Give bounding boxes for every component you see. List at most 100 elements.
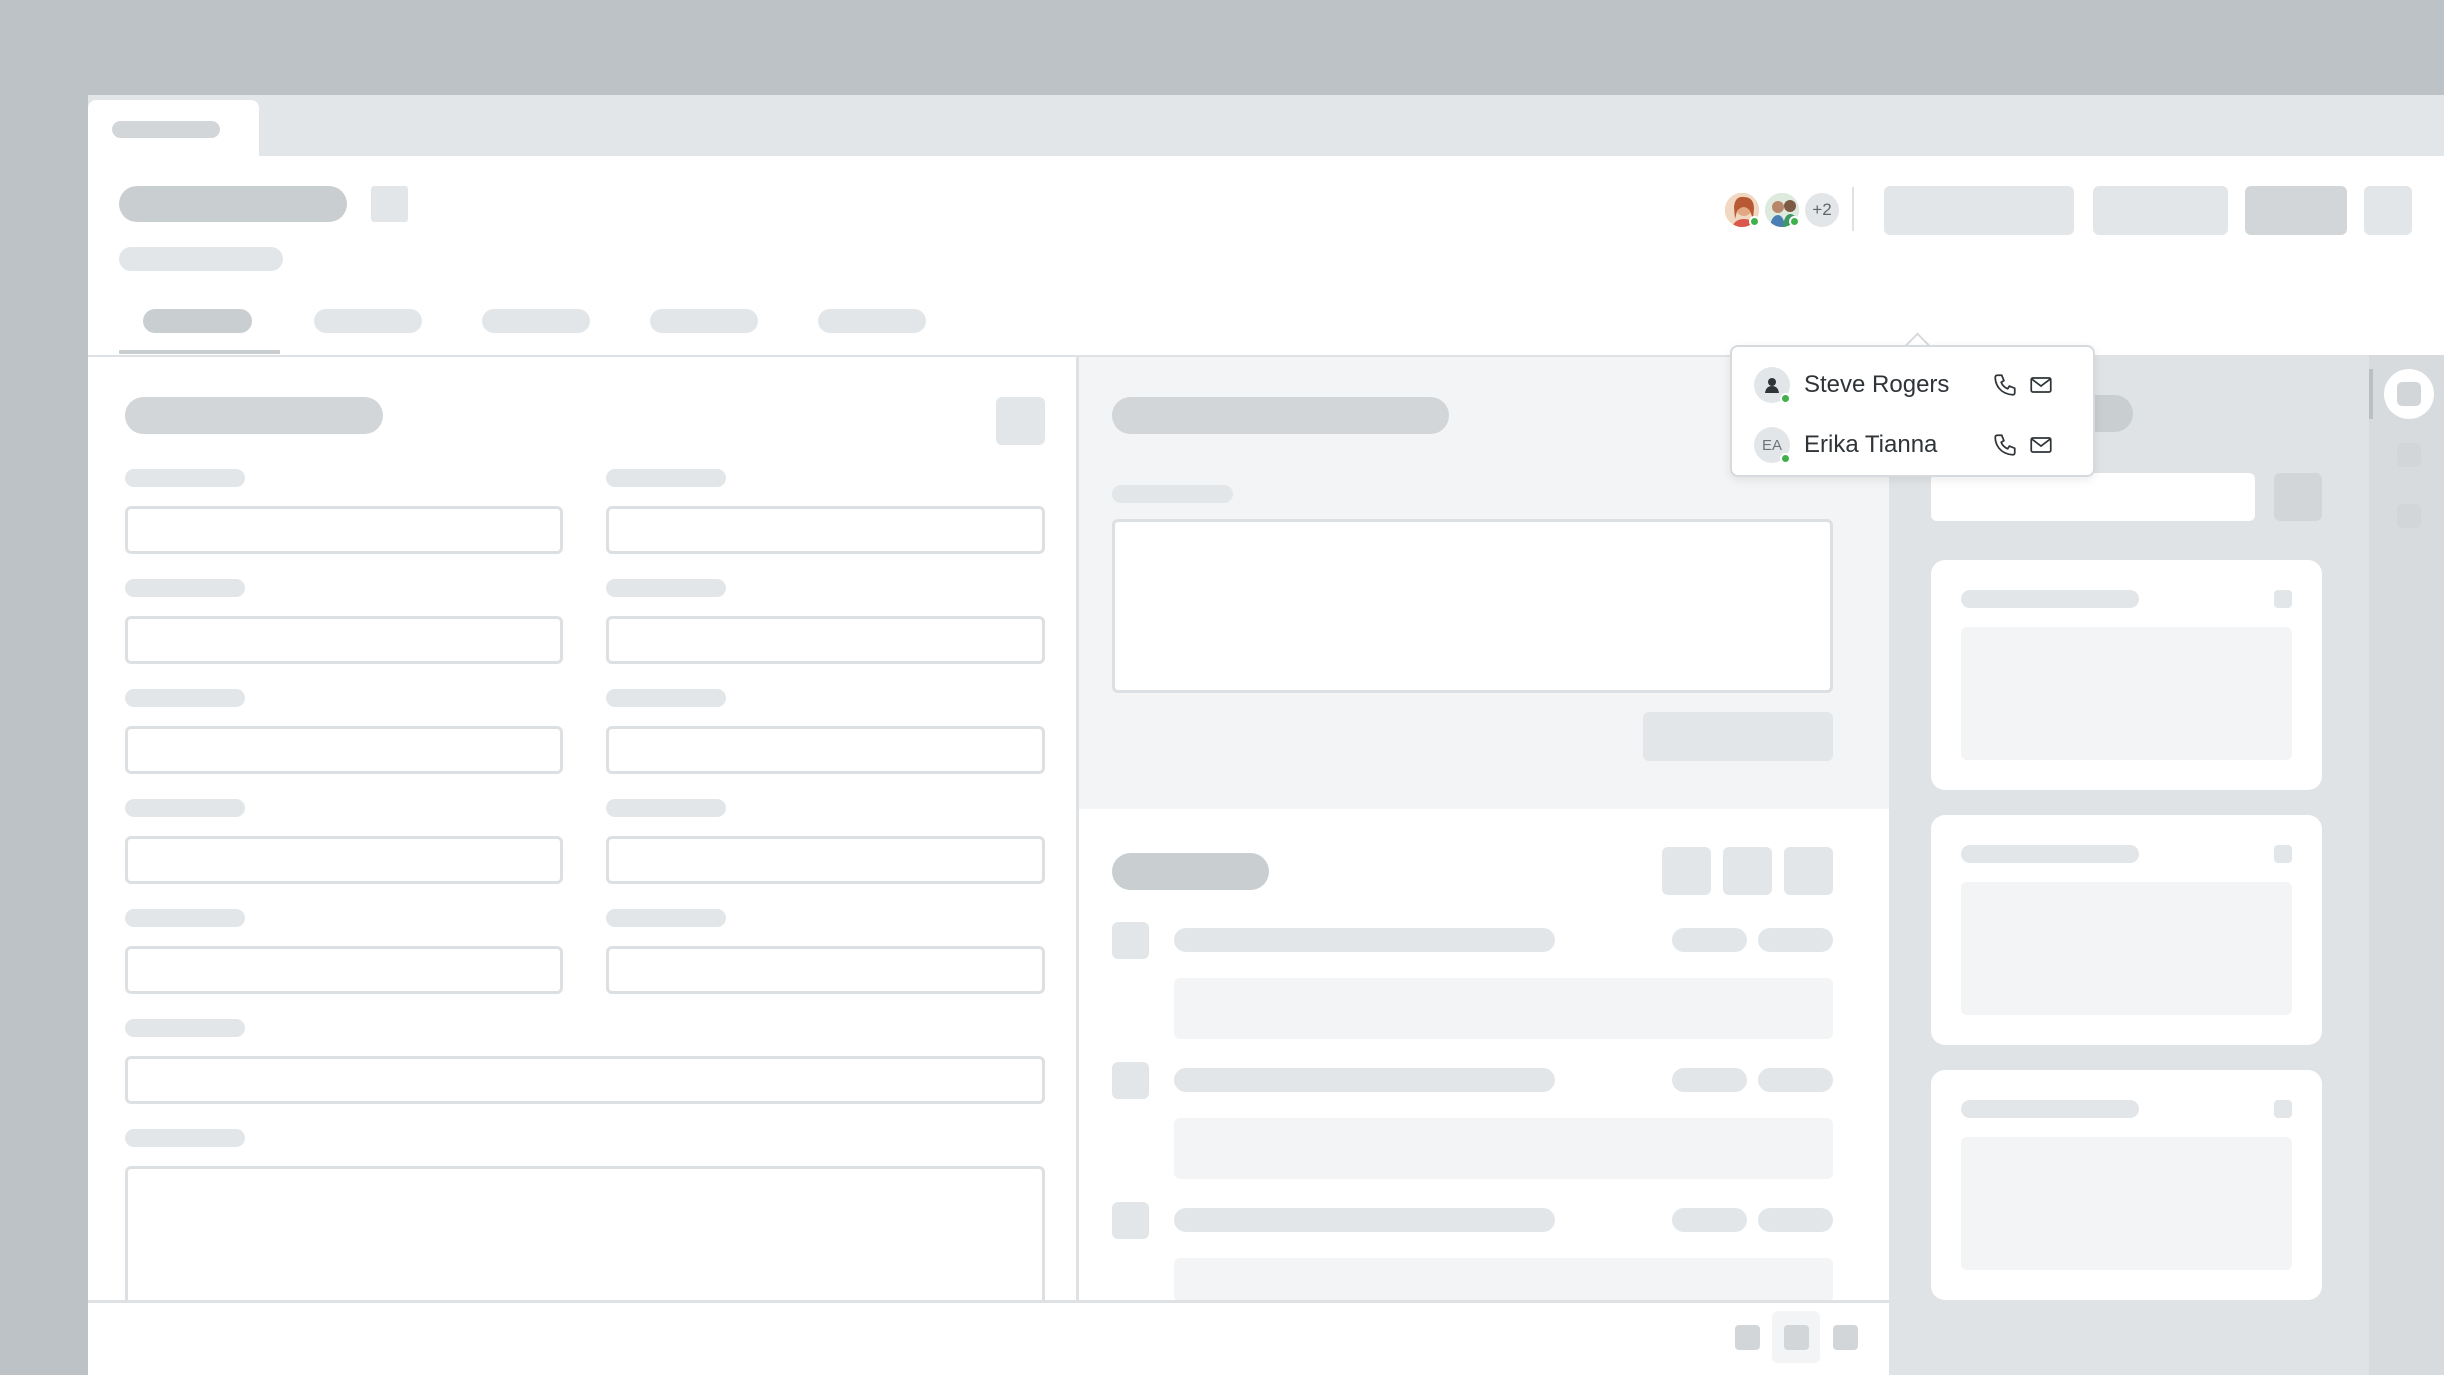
tab-2[interactable]	[314, 309, 422, 333]
text-field[interactable]	[125, 616, 563, 664]
timeline-item-title-placeholder	[1174, 928, 1555, 952]
form-panel	[88, 355, 1079, 1326]
text-field[interactable]	[606, 506, 1045, 554]
card-menu-icon[interactable]	[2274, 590, 2292, 608]
card-title-placeholder	[1961, 1100, 2139, 1118]
field-label-placeholder	[125, 1019, 245, 1037]
field-label-placeholder	[606, 909, 726, 927]
header-more-button[interactable]	[2364, 186, 2412, 235]
timeline-item-meta-placeholder	[1758, 1068, 1833, 1092]
timeline-item-title-placeholder	[1174, 1068, 1555, 1092]
sidebar-search-input[interactable]	[1931, 473, 2255, 521]
timeline-filter-button-1[interactable]	[1662, 847, 1711, 895]
composer-submit-button[interactable]	[1643, 712, 1833, 761]
sidebar-card[interactable]	[1931, 1070, 2322, 1300]
footer-icon	[1784, 1325, 1809, 1350]
header-primary-button[interactable]	[2245, 186, 2347, 235]
timeline-item-body[interactable]	[1174, 1258, 1833, 1302]
email-icon[interactable]	[2028, 432, 2054, 458]
online-status-dot	[1780, 393, 1791, 404]
timeline-item-meta-placeholder	[1758, 928, 1833, 952]
card-menu-icon[interactable]	[2274, 845, 2292, 863]
field-label-placeholder	[125, 909, 245, 927]
tab-title-placeholder	[112, 121, 220, 138]
field-label-placeholder	[125, 1129, 245, 1147]
timeline-filter-button-3[interactable]	[1784, 847, 1833, 895]
footer-bar	[88, 1300, 1889, 1375]
email-icon[interactable]	[2028, 372, 2054, 398]
contacts-popover: Steve Rogers EA Erika Tianna	[1730, 345, 2095, 477]
card-body	[1961, 1137, 2292, 1270]
timeline-item-title-placeholder	[1174, 1208, 1555, 1232]
online-status-dot	[1780, 453, 1791, 464]
text-field[interactable]	[606, 836, 1045, 884]
timeline-item-meta-placeholder	[1672, 1068, 1747, 1092]
sidebar-panel	[1889, 355, 2369, 1375]
timeline-item-meta-placeholder	[1758, 1208, 1833, 1232]
rail-button[interactable]	[2397, 504, 2421, 528]
sidebar-search-button[interactable]	[2274, 473, 2322, 521]
field-label-placeholder	[606, 579, 726, 597]
text-field[interactable]	[606, 726, 1045, 774]
browser-tab-strip	[88, 95, 2444, 156]
text-field[interactable]	[606, 946, 1045, 994]
phone-icon[interactable]	[1992, 372, 2018, 398]
rail-active-indicator	[2369, 369, 2373, 419]
footer-icon-button[interactable]	[1833, 1325, 1858, 1350]
contact-row[interactable]: Steve Rogers	[1732, 355, 2097, 415]
contact-row[interactable]: EA Erika Tianna	[1732, 415, 2097, 475]
more-collaborators-badge[interactable]: +2	[1803, 191, 1841, 229]
header-action-button-2[interactable]	[2093, 186, 2228, 235]
rail-icon	[2397, 382, 2421, 406]
timeline-title-placeholder	[1112, 853, 1269, 890]
sidebar-card[interactable]	[1931, 560, 2322, 790]
timeline-filter-button-2[interactable]	[1723, 847, 1772, 895]
tab-1[interactable]	[143, 309, 252, 333]
form-title-placeholder	[125, 397, 383, 434]
text-field[interactable]	[125, 726, 563, 774]
form-panel-action[interactable]	[996, 397, 1045, 445]
person-icon	[1765, 378, 1779, 393]
phone-icon[interactable]	[1992, 432, 2018, 458]
text-field[interactable]	[125, 506, 563, 554]
online-status-dot	[1789, 216, 1800, 227]
tab-5[interactable]	[818, 309, 926, 333]
timeline-item-icon	[1112, 1062, 1149, 1099]
footer-icon-button[interactable]	[1735, 1325, 1760, 1350]
composer-textarea[interactable]	[1112, 519, 1833, 693]
timeline-item-body[interactable]	[1174, 978, 1833, 1039]
app-window: +2 Steve Rogers EA Erika Tianna	[88, 95, 2444, 1375]
card-title-placeholder	[1961, 845, 2139, 863]
page-title-placeholder	[119, 186, 347, 222]
field-label-placeholder	[606, 689, 726, 707]
field-label-placeholder	[606, 469, 726, 487]
field-label-placeholder	[125, 469, 245, 487]
card-body	[1961, 882, 2292, 1015]
card-title-placeholder	[1961, 590, 2139, 608]
text-field[interactable]	[125, 836, 563, 884]
timeline-item-body[interactable]	[1174, 1118, 1833, 1179]
timeline-item-meta-placeholder	[1672, 1208, 1747, 1232]
text-field[interactable]	[125, 946, 563, 994]
active-tab[interactable]	[88, 100, 259, 156]
footer-icon-button-active[interactable]	[1772, 1311, 1820, 1363]
rail-button-active[interactable]	[2384, 369, 2434, 419]
rail-button[interactable]	[2397, 443, 2421, 467]
card-menu-icon[interactable]	[2274, 1100, 2292, 1118]
tab-3[interactable]	[482, 309, 590, 333]
title-action-icon[interactable]	[371, 186, 408, 222]
activity-panel	[1079, 355, 1889, 1302]
tab-4[interactable]	[650, 309, 758, 333]
header-action-button-1[interactable]	[1884, 186, 2074, 235]
header-divider	[1852, 187, 1854, 231]
contact-name: Erika Tianna	[1804, 431, 1938, 458]
field-label-placeholder	[125, 799, 245, 817]
text-field[interactable]	[606, 616, 1045, 664]
contact-name: Steve Rogers	[1804, 371, 1950, 398]
field-label-placeholder	[125, 579, 245, 597]
wide-text-field[interactable]	[125, 1056, 1045, 1104]
card-body	[1961, 627, 2292, 760]
sidebar-card[interactable]	[1931, 815, 2322, 1045]
field-label-placeholder	[125, 689, 245, 707]
subtitle-placeholder	[119, 247, 283, 271]
